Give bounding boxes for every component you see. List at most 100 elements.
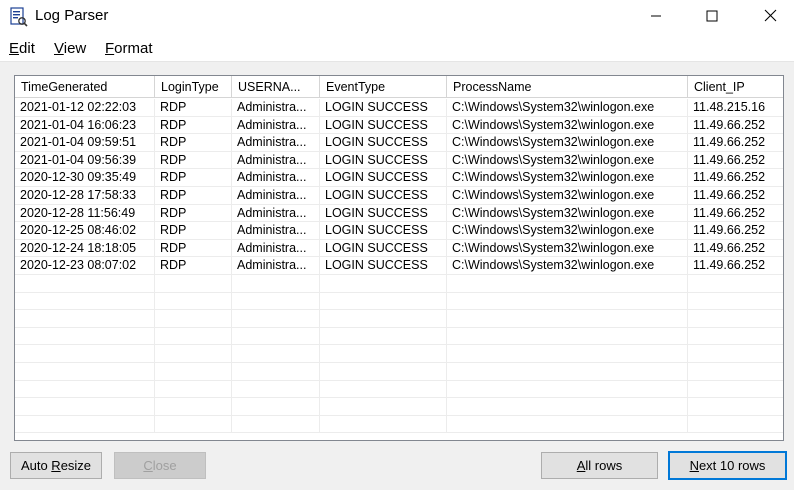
auto-resize-button[interactable]: Auto Resize xyxy=(10,452,102,479)
maximize-button[interactable] xyxy=(689,0,735,34)
cell-processname: C:\Windows\System32\winlogon.exe xyxy=(447,239,688,258)
cell-processname xyxy=(447,327,688,346)
empty-table-row xyxy=(15,292,783,311)
column-header-client-ip[interactable]: Client_IP xyxy=(688,76,783,98)
cell-timegenerated xyxy=(15,415,155,434)
log-parser-app-icon xyxy=(10,7,28,27)
grid-header: TimeGenerated LoginType USERNA... EventT… xyxy=(15,76,783,98)
cell-eventtype: LOGIN SUCCESS xyxy=(320,99,447,117)
cell-logintype xyxy=(155,380,232,399)
cell-processname xyxy=(447,398,688,416)
next-rows-accel: N xyxy=(689,458,699,473)
menu-edit[interactable]: Edit xyxy=(9,40,35,57)
cell-logintype xyxy=(155,327,232,346)
table-row[interactable]: 2020-12-24 18:18:05 RDP Administra... LOGIN… xyxy=(15,239,783,258)
all-rows-button[interactable]: All rows xyxy=(541,452,658,479)
menu-bar: Edit View Format xyxy=(0,34,794,62)
close-window-button[interactable] xyxy=(747,0,793,34)
cell-timegenerated: 2020-12-28 17:58:33 xyxy=(15,187,155,205)
cell-client-ip xyxy=(688,275,783,293)
menu-format-accel: F xyxy=(105,40,115,57)
menu-view-label: iew xyxy=(63,40,87,57)
cell-logintype: RDP xyxy=(155,187,232,205)
cell-logintype: RDP xyxy=(155,239,232,258)
cell-username: Administra... xyxy=(232,99,320,117)
cell-username: Administra... xyxy=(232,116,320,135)
menu-format[interactable]: Format xyxy=(105,40,153,57)
cell-username: Administra... xyxy=(232,169,320,187)
column-header-eventtype[interactable]: EventType xyxy=(320,76,447,98)
cell-logintype: RDP xyxy=(155,134,232,152)
table-row[interactable]: 2020-12-30 09:35:49 RDP Administra... LOGIN… xyxy=(15,169,783,187)
table-row[interactable]: 2020-12-23 08:07:02 RDP Administra... LOGIN… xyxy=(15,257,783,275)
table-row[interactable]: 2020-12-28 17:58:33 RDP Administra... LOGIN… xyxy=(15,187,783,205)
minimize-button[interactable] xyxy=(633,0,679,34)
close-button[interactable]: Close xyxy=(114,452,206,479)
cell-logintype xyxy=(155,275,232,293)
cell-eventtype: LOGIN SUCCESS xyxy=(320,257,447,275)
cell-processname: C:\Windows\System32\winlogon.exe xyxy=(447,204,688,223)
cell-eventtype xyxy=(320,363,447,381)
cell-processname: C:\Windows\System32\winlogon.exe xyxy=(447,222,688,240)
cell-eventtype xyxy=(320,345,447,363)
table-row[interactable]: 2021-01-04 09:56:39 RDP Administra... LOGIN… xyxy=(15,151,783,170)
auto-resize-label-after: esize xyxy=(60,458,92,473)
window-title: Log Parser xyxy=(35,7,109,24)
cell-logintype: RDP xyxy=(155,169,232,187)
menu-view-accel: V xyxy=(54,40,64,57)
cell-username xyxy=(232,345,320,363)
cell-client-ip xyxy=(688,363,783,381)
cell-eventtype xyxy=(320,310,447,328)
cell-logintype xyxy=(155,363,232,381)
cell-processname: C:\Windows\System32\winlogon.exe xyxy=(447,187,688,205)
auto-resize-accel: R xyxy=(51,458,61,473)
cell-eventtype: LOGIN SUCCESS xyxy=(320,169,447,187)
cell-logintype xyxy=(155,398,232,416)
column-header-processname[interactable]: ProcessName xyxy=(447,76,688,98)
cell-timegenerated: 2020-12-28 11:56:49 xyxy=(15,204,155,223)
table-row[interactable]: 2020-12-28 11:56:49 RDP Administra... LOGIN… xyxy=(15,204,783,223)
cell-username: Administra... xyxy=(232,187,320,205)
cell-timegenerated xyxy=(15,275,155,293)
column-header-timegenerated[interactable]: TimeGenerated xyxy=(15,76,155,98)
menu-view[interactable]: View xyxy=(54,40,86,57)
cell-eventtype: LOGIN SUCCESS xyxy=(320,151,447,170)
cell-eventtype: LOGIN SUCCESS xyxy=(320,116,447,135)
cell-timegenerated: 2021-01-04 09:59:51 xyxy=(15,134,155,152)
cell-username: Administra... xyxy=(232,151,320,170)
cell-client-ip xyxy=(688,398,783,416)
empty-table-row xyxy=(15,398,783,416)
all-rows-accel: A xyxy=(576,458,586,473)
cell-timegenerated xyxy=(15,380,155,399)
table-row[interactable]: 2021-01-04 16:06:23 RDP Administra... LOGIN… xyxy=(15,116,783,135)
cell-logintype: RDP xyxy=(155,116,232,135)
cell-username: Administra... xyxy=(232,239,320,258)
cell-client-ip: 11.49.66.252 xyxy=(693,117,766,132)
table-row[interactable]: 2021-01-12 02:22:03 RDP Administra... LOGIN… xyxy=(15,99,783,117)
cell-username xyxy=(232,292,320,311)
cell-processname xyxy=(447,292,688,311)
column-header-username[interactable]: USERNA... xyxy=(232,76,320,98)
cell-timegenerated: 2020-12-30 09:35:49 xyxy=(15,169,155,187)
results-grid[interactable]: TimeGenerated LoginType USERNA... EventT… xyxy=(14,75,784,441)
cell-logintype: RDP xyxy=(155,222,232,240)
table-row[interactable]: 2020-12-25 08:46:02 RDP Administra... LOGIN… xyxy=(15,222,783,240)
empty-table-row xyxy=(15,363,783,381)
cell-timegenerated xyxy=(15,327,155,346)
empty-table-row xyxy=(15,415,783,434)
cell-processname xyxy=(447,380,688,399)
empty-table-row xyxy=(15,310,783,328)
cell-timegenerated: 2021-01-04 09:56:39 xyxy=(15,151,155,170)
menu-edit-accel: E xyxy=(9,40,20,57)
cell-eventtype: LOGIN SUCCESS xyxy=(320,134,447,152)
cell-username xyxy=(232,363,320,381)
cell-username: Administra... xyxy=(232,204,320,223)
empty-table-row xyxy=(15,345,783,363)
cell-username xyxy=(232,275,320,293)
next-10-rows-button[interactable]: Next 10 rows xyxy=(668,451,787,480)
menu-edit-label: dit xyxy=(19,40,35,57)
cell-processname xyxy=(447,415,688,434)
cell-eventtype: LOGIN SUCCESS xyxy=(320,239,447,258)
column-header-logintype[interactable]: LoginType xyxy=(155,76,232,98)
table-row[interactable]: 2021-01-04 09:59:51 RDP Administra... LOGIN… xyxy=(15,134,783,152)
